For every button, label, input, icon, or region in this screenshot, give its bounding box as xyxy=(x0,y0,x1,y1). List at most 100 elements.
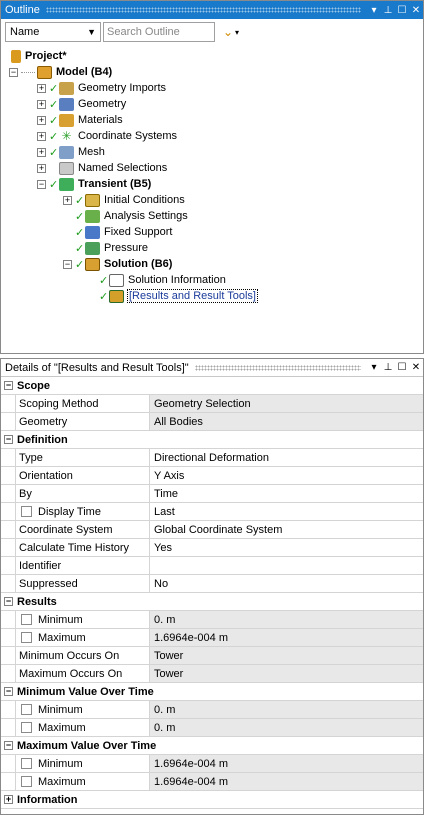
property-row[interactable]: Orientation Y Axis xyxy=(1,467,423,485)
tree-node-solution[interactable]: − ✓ Solution (B6) xyxy=(1,256,423,272)
tree-node-geometry-imports[interactable]: + ✓ Geometry Imports xyxy=(1,80,423,96)
collapse-icon[interactable]: − xyxy=(63,259,72,269)
property-key: Display Time xyxy=(15,503,150,520)
property-row[interactable]: Minimum 0. m xyxy=(1,611,423,629)
collapse-icon[interactable]: − xyxy=(4,435,13,444)
property-row[interactable]: Coordinate System Global Coordinate Syste… xyxy=(1,521,423,539)
tree-node-fixed-support[interactable]: ✓ Fixed Support xyxy=(1,224,423,240)
tree-node-geometry[interactable]: + ✓ Geometry xyxy=(1,96,423,112)
analysis-settings-icon xyxy=(85,209,100,223)
property-value[interactable]: Time xyxy=(150,485,423,502)
tree-node-materials[interactable]: + ✓ Materials xyxy=(1,112,423,128)
section-max-over-time[interactable]: − Maximum Value Over Time xyxy=(1,737,423,755)
collapse-icon[interactable]: − xyxy=(4,597,13,606)
close-icon[interactable]: ✕ xyxy=(409,362,423,373)
property-value[interactable]: Yes xyxy=(150,539,423,556)
sort-select-value: Name xyxy=(10,26,40,38)
tree-node-solution-information[interactable]: ✓ Solution Information xyxy=(1,272,423,288)
search-input[interactable]: Search Outline xyxy=(103,22,215,42)
property-value[interactable]: Y Axis xyxy=(150,467,423,484)
parameter-checkbox[interactable] xyxy=(21,614,32,625)
dropdown-icon[interactable]: ▾ xyxy=(367,362,381,373)
collapse-icon[interactable]: − xyxy=(4,687,13,696)
maximize-icon[interactable]: ☐ xyxy=(395,362,409,373)
property-row[interactable]: Maximum 1.6964e-004 m xyxy=(1,773,423,791)
expand-icon[interactable]: + xyxy=(37,83,46,93)
section-min-over-time[interactable]: − Minimum Value Over Time xyxy=(1,683,423,701)
pin-icon[interactable]: ⊥ xyxy=(381,362,395,373)
maximize-icon[interactable]: ☐ xyxy=(395,5,409,16)
tree-label: Named Selections xyxy=(78,162,168,174)
tree-node-pressure[interactable]: ✓ Pressure xyxy=(1,240,423,256)
tree-label: Fixed Support xyxy=(104,226,173,238)
solution-information-icon xyxy=(109,273,124,287)
collapse-icon[interactable]: − xyxy=(9,67,18,77)
parameter-checkbox[interactable] xyxy=(21,776,32,787)
property-value[interactable]: Geometry Selection xyxy=(150,395,423,412)
tree-node-model[interactable]: − Model (B4) xyxy=(1,64,423,80)
property-row[interactable]: Maximum 1.6964e-004 m xyxy=(1,629,423,647)
section-label: Definition xyxy=(17,433,68,446)
parameter-checkbox[interactable] xyxy=(21,758,32,769)
property-row[interactable]: Minimum 1.6964e-004 m xyxy=(1,755,423,773)
section-information[interactable]: + Information xyxy=(1,791,423,809)
property-row[interactable]: Minimum Occurs On Tower xyxy=(1,647,423,665)
tree-node-results-tools[interactable]: ✓ [Results and Result Tools] xyxy=(1,288,423,304)
property-row[interactable]: Geometry All Bodies xyxy=(1,413,423,431)
filter-dropdown-icon[interactable]: ⌄ ▾ xyxy=(217,22,245,42)
property-value[interactable]: Last xyxy=(150,503,423,520)
drag-grip[interactable] xyxy=(45,7,361,13)
dropdown-icon[interactable]: ▾ xyxy=(367,5,381,16)
property-value[interactable] xyxy=(150,557,423,574)
property-row[interactable]: Maximum Occurs On Tower xyxy=(1,665,423,683)
collapse-icon[interactable]: − xyxy=(37,179,46,189)
expand-icon[interactable]: + xyxy=(37,99,46,109)
section-scope[interactable]: − Scope xyxy=(1,377,423,395)
expand-icon[interactable]: + xyxy=(37,163,46,173)
property-row[interactable]: Minimum 0. m xyxy=(1,701,423,719)
close-icon[interactable]: ✕ xyxy=(409,5,423,16)
sort-select[interactable]: Name ▼ xyxy=(5,22,101,42)
section-results[interactable]: − Results xyxy=(1,593,423,611)
search-placeholder: Search Outline xyxy=(107,26,180,38)
property-value[interactable]: Global Coordinate System xyxy=(150,521,423,538)
expand-icon[interactable]: + xyxy=(37,115,46,125)
tree-node-coordinate-systems[interactable]: + ✓ ✳ Coordinate Systems xyxy=(1,128,423,144)
collapse-icon[interactable]: − xyxy=(4,381,13,390)
expand-icon[interactable]: + xyxy=(37,131,46,141)
expand-icon[interactable]: + xyxy=(4,795,13,804)
property-value[interactable]: No xyxy=(150,575,423,592)
property-row[interactable]: Calculate Time History Yes xyxy=(1,539,423,557)
tree-label: Materials xyxy=(78,114,123,126)
tree-node-mesh[interactable]: + ✓ Mesh xyxy=(1,144,423,160)
results-tools-icon xyxy=(109,289,124,303)
property-row[interactable]: Identifier xyxy=(1,557,423,575)
property-row[interactable]: Maximum 0. m xyxy=(1,719,423,737)
parameter-checkbox[interactable] xyxy=(21,632,32,643)
pin-icon[interactable]: ⊥ xyxy=(381,5,395,16)
property-row[interactable]: By Time xyxy=(1,485,423,503)
tree-node-project[interactable]: Project* xyxy=(1,48,423,64)
property-row[interactable]: Suppressed No xyxy=(1,575,423,593)
property-row[interactable]: Type Directional Deformation xyxy=(1,449,423,467)
collapse-icon[interactable]: − xyxy=(4,741,13,750)
property-key: Coordinate System xyxy=(15,521,150,538)
outline-panel: Outline ▾ ⊥ ☐ ✕ Name ▼ Search Outline ⌄ ▾… xyxy=(0,0,424,354)
expand-icon[interactable]: + xyxy=(37,147,46,157)
tree-node-transient[interactable]: − ✓ Transient (B5) xyxy=(1,176,423,192)
parameter-checkbox[interactable] xyxy=(21,506,32,517)
property-value[interactable]: All Bodies xyxy=(150,413,423,430)
drag-grip[interactable] xyxy=(194,364,361,371)
property-value: Tower xyxy=(150,665,423,682)
tree-node-named-selections[interactable]: + Named Selections xyxy=(1,160,423,176)
property-key: Minimum xyxy=(15,755,150,772)
parameter-checkbox[interactable] xyxy=(21,722,32,733)
tree-node-analysis-settings[interactable]: ✓ Analysis Settings xyxy=(1,208,423,224)
property-row[interactable]: Scoping Method Geometry Selection xyxy=(1,395,423,413)
property-value[interactable]: Directional Deformation xyxy=(150,449,423,466)
expand-icon[interactable]: + xyxy=(63,195,72,205)
section-definition[interactable]: − Definition xyxy=(1,431,423,449)
parameter-checkbox[interactable] xyxy=(21,704,32,715)
property-row[interactable]: Display Time Last xyxy=(1,503,423,521)
tree-node-initial-conditions[interactable]: + ✓ Initial Conditions xyxy=(1,192,423,208)
